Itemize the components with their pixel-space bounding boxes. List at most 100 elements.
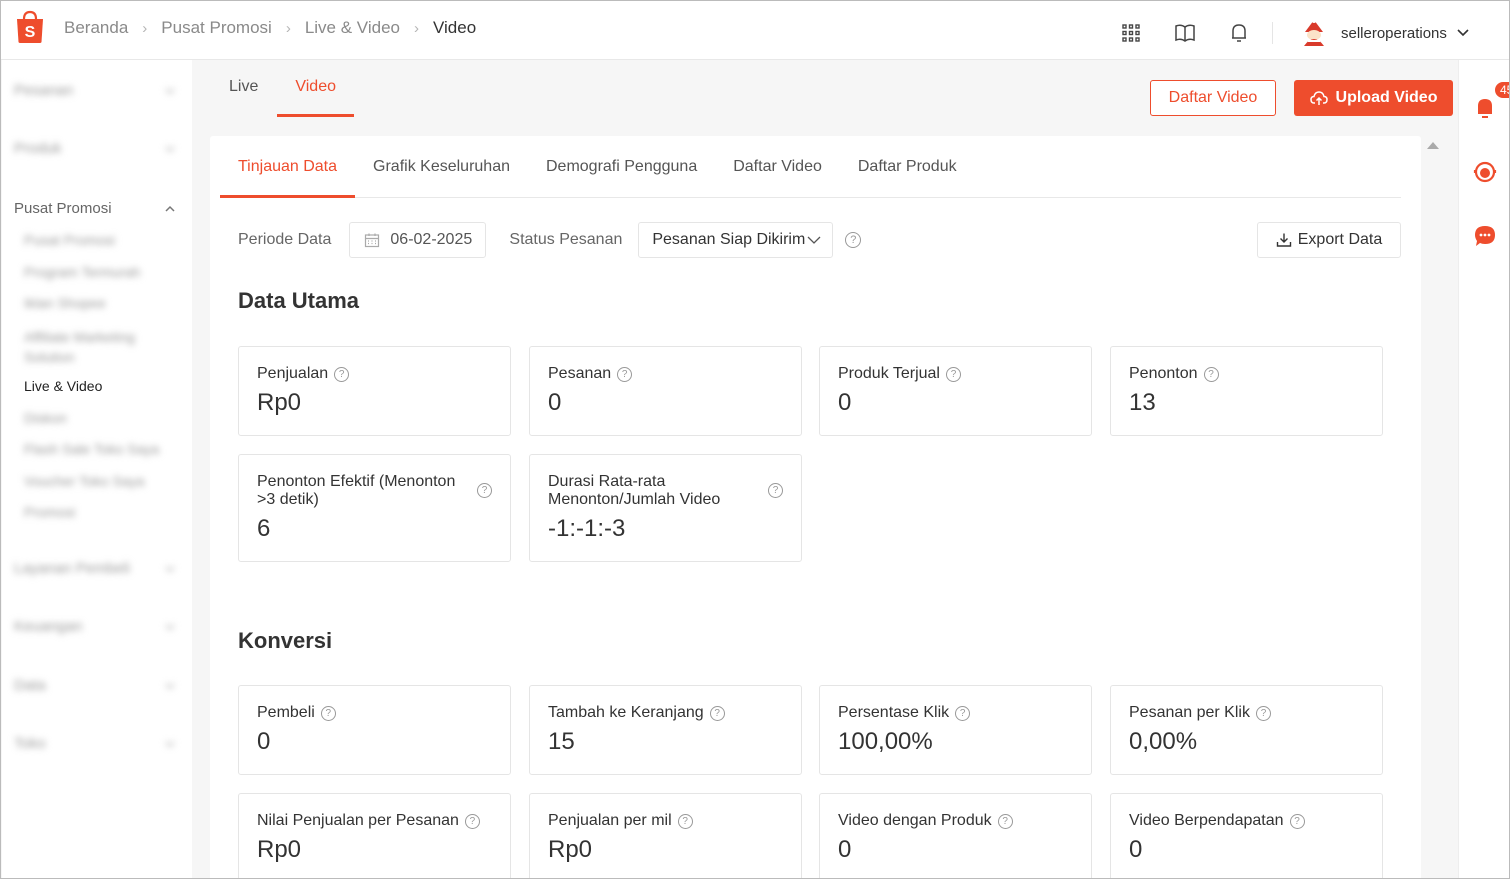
konversi-title: Konversi <box>238 628 333 653</box>
stat-value: 0 <box>257 728 271 755</box>
sidebar-item-promosi[interactable]: Promosi <box>24 504 75 520</box>
help-icon[interactable]: ? <box>945 366 961 382</box>
subtab-tinjauan-data[interactable]: Tinjauan Data <box>220 158 356 198</box>
help-icon[interactable]: ? <box>334 366 350 382</box>
help-icon[interactable]: ? <box>955 705 971 721</box>
sidebar-group-label: Pusat Promosi <box>14 200 112 217</box>
stat-card: Produk Terjual? 0 <box>819 346 1092 436</box>
stat-card: Persentase Klik? 100,00% <box>819 685 1092 775</box>
sidebar-item-iklan[interactable]: Iklan Shopee <box>24 295 106 311</box>
help-icon[interactable]: ? <box>768 483 783 498</box>
sidebar-group-keuangan[interactable]: Keuangan <box>14 618 176 635</box>
stat-value: 0,00% <box>1129 728 1198 755</box>
subtab-grafik-keseluruhan[interactable]: Grafik Keseluruhan <box>373 158 510 197</box>
stat-label: Pembeli <box>257 704 315 721</box>
tab-live[interactable]: Live <box>229 78 258 117</box>
breadcrumb-pusat-promosi[interactable]: Pusat Promosi <box>161 18 272 38</box>
tab-video[interactable]: Video <box>277 78 354 117</box>
help-icon[interactable]: ? <box>709 705 725 721</box>
status-pesanan-select[interactable]: Pesanan Siap Dikirim <box>638 222 834 258</box>
stat-card: Penjualan per mil? Rp0 <box>529 793 802 879</box>
stat-label: Pesanan <box>548 365 612 382</box>
stat-card: Pembeli? 0 <box>238 685 511 775</box>
svg-text:S: S <box>25 24 36 41</box>
stat-label: Penonton <box>1129 365 1198 382</box>
chevron-down-icon <box>165 623 175 630</box>
download-icon <box>1276 233 1291 247</box>
stat-label: Tambah ke Keranjang <box>548 704 704 721</box>
sidebar-group-label: Layanan Pembeli <box>14 560 130 577</box>
help-icon[interactable]: ? <box>1203 366 1219 382</box>
stat-value: 0 <box>1129 836 1143 863</box>
sidebar-group-produk[interactable]: Produk <box>14 140 176 157</box>
chevron-down-icon <box>165 740 175 747</box>
chevron-down-icon <box>165 145 175 152</box>
stat-label: Persentase Klik <box>838 704 950 721</box>
sidebar-item-voucher[interactable]: Voucher Toko Saya <box>24 473 144 489</box>
stat-value: 6 <box>257 515 271 542</box>
sidebar-group-label: Keuangan <box>14 618 83 635</box>
stat-value: 0 <box>838 836 852 863</box>
help-icon[interactable]: ? <box>677 813 693 829</box>
notification-icon[interactable]: 45 <box>1471 80 1510 122</box>
help-icon[interactable]: ? <box>464 813 480 829</box>
sidebar-group-pusat-promosi[interactable]: Pusat Promosi <box>14 200 176 217</box>
right-rail: 45 <box>1458 60 1510 879</box>
sidebar-group-data[interactable]: Data <box>14 677 176 694</box>
help-icon[interactable]: ? <box>477 483 492 498</box>
chevron-down-icon <box>1457 29 1469 37</box>
breadcrumb-separator-icon: › <box>413 19 419 37</box>
help-icon[interactable]: ? <box>617 366 633 382</box>
sidebar-group-layanan[interactable]: Layanan Pembeli <box>14 560 176 577</box>
export-data-button[interactable]: Export Data <box>1257 222 1401 258</box>
stat-label: Penonton Efektif (Menonton >3 detik) <box>257 473 456 508</box>
date-picker[interactable]: 06-02-2025 <box>349 222 487 258</box>
stat-value: -1:-1:-3 <box>548 515 626 542</box>
apps-grid-icon[interactable] <box>1118 20 1144 46</box>
stat-value: 0 <box>838 389 852 416</box>
sidebar-group-label: Pesanan <box>14 82 74 99</box>
daftar-video-button[interactable]: Daftar Video <box>1150 80 1276 116</box>
sidebar-group-toko[interactable]: Toko <box>14 735 176 752</box>
upload-video-button[interactable]: Upload Video <box>1294 80 1453 116</box>
breadcrumb-separator-icon: › <box>142 19 148 37</box>
stat-label: Penjualan per mil <box>548 812 672 829</box>
sidebar-item-flash-sale[interactable]: Flash Sale Toko Saya <box>24 441 159 457</box>
status-pesanan-label: Status Pesanan <box>509 231 623 248</box>
sidebar-group-label: Data <box>14 677 46 694</box>
sidebar-group-pesanan[interactable]: Pesanan <box>14 82 176 99</box>
subtab-daftar-produk[interactable]: Daftar Produk <box>858 158 957 197</box>
stat-label: Produk Terjual <box>838 365 940 382</box>
sidebar-item-affiliate[interactable]: Affiliate Marketing Solution <box>24 327 164 367</box>
stat-card: Tambah ke Keranjang? 15 <box>529 685 802 775</box>
subtab-daftar-video[interactable]: Daftar Video <box>733 158 822 197</box>
breadcrumb-beranda[interactable]: Beranda <box>64 18 128 38</box>
help-icon[interactable]: ? <box>1255 705 1271 721</box>
sidebar-item-live-video[interactable]: Live & Video <box>24 378 102 394</box>
chat-icon[interactable] <box>1471 222 1499 250</box>
status-pesanan-value: Pesanan Siap Dikirim <box>652 231 806 248</box>
breadcrumb-live-video[interactable]: Live & Video <box>305 18 400 38</box>
sidebar-item-pusat-promosi[interactable]: Pusat Promosi <box>24 232 115 248</box>
user-menu[interactable]: selleroperations <box>1299 18 1469 48</box>
book-icon[interactable] <box>1172 20 1198 46</box>
stat-value: Rp0 <box>257 389 302 416</box>
help-icon[interactable]: ? <box>320 705 336 721</box>
sidebar-item-program[interactable]: Program Termurah <box>24 264 140 280</box>
shopee-logo-icon[interactable]: S <box>14 10 46 44</box>
sidebar-item-diskon[interactable]: Diskon <box>24 410 67 426</box>
help-icon[interactable]: ? <box>845 232 862 248</box>
subtab-demografi-pengguna[interactable]: Demografi Pengguna <box>546 158 697 197</box>
help-icon[interactable]: ? <box>997 813 1013 829</box>
support-icon[interactable] <box>1471 158 1499 186</box>
stat-card: Pesanan? 0 <box>529 346 802 436</box>
bell-icon[interactable] <box>1226 20 1252 46</box>
stat-label: Nilai Penjualan per Pesanan <box>257 812 459 829</box>
scroll-up-arrow-icon[interactable] <box>1427 142 1439 149</box>
stat-card: Video dengan Produk? 0 <box>819 793 1092 879</box>
periode-data-label: Periode Data <box>238 231 332 248</box>
help-icon[interactable]: ? <box>1289 813 1305 829</box>
chevron-down-icon <box>165 87 175 94</box>
data-card: Tinjauan Data Grafik Keseluruhan Demogra… <box>210 136 1421 879</box>
sidebar-group-label: Toko <box>14 735 46 752</box>
